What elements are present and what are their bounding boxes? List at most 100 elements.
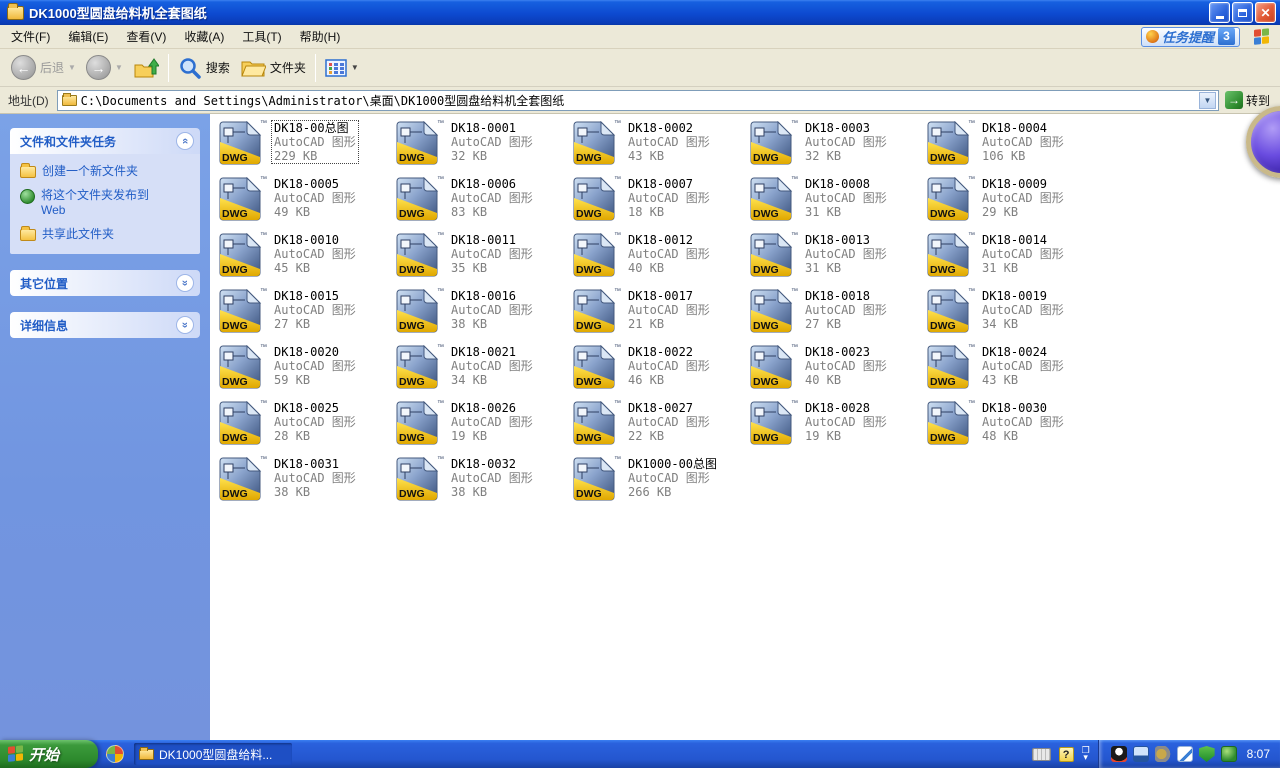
help-icon[interactable]: ? bbox=[1058, 746, 1074, 762]
file-size: 31 KB bbox=[805, 261, 842, 275]
svg-text:DWG: DWG bbox=[576, 488, 602, 500]
dwg-file-icon: DWG ™ bbox=[925, 400, 975, 451]
file-tile[interactable]: DWG ™ DK18-0002 AutoCAD 图形 43 KB bbox=[569, 118, 746, 174]
file-name: DK18-0021 bbox=[451, 345, 517, 359]
chevron-down-icon[interactable]: « bbox=[176, 316, 194, 334]
up-button[interactable] bbox=[128, 51, 164, 85]
minimize-button[interactable] bbox=[1209, 2, 1230, 23]
menu-item[interactable]: 编辑(E) bbox=[59, 25, 117, 48]
file-name: DK18-0014 bbox=[982, 233, 1048, 247]
file-type: AutoCAD 图形 bbox=[628, 191, 710, 205]
task-link[interactable]: 创建一个新文件夹 bbox=[20, 163, 192, 179]
file-tile[interactable]: DWG ™ DK1000-00总图 AutoCAD 图形 266 KB bbox=[569, 454, 746, 510]
dwg-file-icon: DWG ™ bbox=[748, 120, 798, 171]
svg-text:DWG: DWG bbox=[753, 264, 779, 276]
file-tile[interactable]: DWG ™ DK18-0003 AutoCAD 图形 32 KB bbox=[746, 118, 923, 174]
file-tile[interactable]: DWG ™ DK18-0022 AutoCAD 图形 46 KB bbox=[569, 342, 746, 398]
close-button[interactable]: ✕ bbox=[1255, 2, 1276, 23]
menu-item[interactable]: 查看(V) bbox=[117, 25, 175, 48]
start-button[interactable]: 开始 bbox=[0, 740, 98, 768]
security-shield-icon[interactable] bbox=[1198, 746, 1215, 762]
qq-messenger-icon[interactable] bbox=[1110, 746, 1127, 762]
chevron-up-icon[interactable]: « bbox=[176, 132, 194, 150]
file-tile[interactable]: DWG ™ DK18-0010 AutoCAD 图形 45 KB bbox=[215, 230, 392, 286]
trademark-glyph: ™ bbox=[260, 288, 267, 295]
file-tile[interactable]: DWG ™ DK18-0020 AutoCAD 图形 59 KB bbox=[215, 342, 392, 398]
file-tile[interactable]: DWG ™ DK18-0023 AutoCAD 图形 40 KB bbox=[746, 342, 923, 398]
file-size: 35 KB bbox=[451, 261, 488, 275]
file-tile[interactable]: DWG ™ DK18-0028 AutoCAD 图形 19 KB bbox=[746, 398, 923, 454]
file-tile[interactable]: DWG ™ DK18-0009 AutoCAD 图形 29 KB bbox=[923, 174, 1100, 230]
file-tile[interactable]: DWG ™ DK18-0008 AutoCAD 图形 31 KB bbox=[746, 174, 923, 230]
task-link[interactable]: 将这个文件夹发布到 Web bbox=[20, 188, 192, 218]
dwg-file-icon: DWG ™ bbox=[394, 400, 444, 451]
file-tile[interactable]: DWG ™ DK18-0026 AutoCAD 图形 19 KB bbox=[392, 398, 569, 454]
network-status-icon[interactable] bbox=[1132, 746, 1149, 762]
trademark-glyph: ™ bbox=[791, 344, 798, 351]
file-tile[interactable]: DWG ™ DK18-0015 AutoCAD 图形 27 KB bbox=[215, 286, 392, 342]
file-tile[interactable]: DWG ™ DK18-0013 AutoCAD 图形 31 KB bbox=[746, 230, 923, 286]
task-link[interactable]: 共享此文件夹 bbox=[20, 226, 192, 242]
folders-button[interactable]: 文件夹 bbox=[235, 51, 311, 85]
svg-text:DWG: DWG bbox=[399, 320, 425, 332]
dwg-file-icon: DWG ™ bbox=[925, 176, 975, 227]
file-tile[interactable]: DWG ™ DK18-0032 AutoCAD 图形 38 KB bbox=[392, 454, 569, 510]
panel-header-other-places[interactable]: 其它位置 « bbox=[10, 270, 200, 296]
file-tile[interactable]: DWG ™ DK18-0006 AutoCAD 图形 83 KB bbox=[392, 174, 569, 230]
taskbar-window-button[interactable]: DK1000型圆盘给料... bbox=[134, 743, 292, 765]
file-tile[interactable]: DWG ™ DK18-00总图 AutoCAD 图形 229 KB bbox=[215, 118, 392, 174]
file-tile[interactable]: DWG ™ DK18-0030 AutoCAD 图形 48 KB bbox=[923, 398, 1100, 454]
svg-text:DWG: DWG bbox=[222, 320, 248, 332]
menu-item[interactable]: 收藏(A) bbox=[175, 25, 233, 48]
file-tile[interactable]: DWG ™ DK18-0004 AutoCAD 图形 106 KB bbox=[923, 118, 1100, 174]
menu-item[interactable]: 帮助(H) bbox=[291, 25, 350, 48]
file-tile[interactable]: DWG ™ DK18-0031 AutoCAD 图形 38 KB bbox=[215, 454, 392, 510]
dwg-file-icon: DWG ™ bbox=[217, 176, 267, 227]
volume-icon[interactable] bbox=[1154, 746, 1171, 762]
collapse-tray-icon[interactable]: ❐ ▾ bbox=[1082, 746, 1090, 762]
file-tile[interactable]: DWG ™ DK18-0007 AutoCAD 图形 18 KB bbox=[569, 174, 746, 230]
file-tile[interactable]: DWG ™ DK18-0018 AutoCAD 图形 27 KB bbox=[746, 286, 923, 342]
keyboard-input-icon[interactable] bbox=[1031, 747, 1051, 761]
back-button[interactable]: ← 后退 ▼ bbox=[6, 51, 81, 85]
task-reminder-widget[interactable]: 任务提醒 3 bbox=[1140, 26, 1240, 47]
file-tile[interactable]: DWG ™ DK18-0016 AutoCAD 图形 38 KB bbox=[392, 286, 569, 342]
menu-item[interactable]: 工具(T) bbox=[233, 25, 290, 48]
address-input[interactable]: C:\Documents and Settings\Administrator\… bbox=[56, 89, 1219, 111]
file-tile[interactable]: DWG ™ DK18-0011 AutoCAD 图形 35 KB bbox=[392, 230, 569, 286]
chevron-down-icon[interactable]: « bbox=[176, 274, 194, 292]
file-size: 48 KB bbox=[982, 429, 1019, 443]
file-tile[interactable]: DWG ™ DK18-0012 AutoCAD 图形 40 KB bbox=[569, 230, 746, 286]
file-name: DK18-0005 bbox=[274, 177, 340, 191]
file-tile[interactable]: DWG ™ DK18-0019 AutoCAD 图形 34 KB bbox=[923, 286, 1100, 342]
file-size: 38 KB bbox=[451, 485, 488, 499]
go-button[interactable]: → 转到 bbox=[1224, 91, 1270, 109]
panel-header-file-folder-tasks[interactable]: 文件和文件夹任务 « bbox=[10, 128, 200, 154]
restore-button[interactable] bbox=[1232, 2, 1253, 23]
file-tile[interactable]: DWG ™ DK18-0014 AutoCAD 图形 31 KB bbox=[923, 230, 1100, 286]
views-button[interactable]: ▼ bbox=[320, 51, 364, 85]
svg-text:DWG: DWG bbox=[753, 152, 779, 164]
file-tile[interactable]: DWG ™ DK18-0021 AutoCAD 图形 34 KB bbox=[392, 342, 569, 398]
file-tile[interactable]: DWG ™ DK18-0005 AutoCAD 图形 49 KB bbox=[215, 174, 392, 230]
file-tile[interactable]: DWG ™ DK18-0017 AutoCAD 图形 21 KB bbox=[569, 286, 746, 342]
antivirus-icon[interactable] bbox=[1220, 746, 1237, 762]
panel-header-details[interactable]: 详细信息 « bbox=[10, 312, 200, 338]
file-tile[interactable]: DWG ™ DK18-0027 AutoCAD 图形 22 KB bbox=[569, 398, 746, 454]
file-type: AutoCAD 图形 bbox=[628, 135, 710, 149]
file-type: AutoCAD 图形 bbox=[274, 415, 356, 429]
file-tile[interactable]: DWG ™ DK18-0025 AutoCAD 图形 28 KB bbox=[215, 398, 392, 454]
file-name: DK18-0002 bbox=[628, 121, 694, 135]
menu-bar: 文件(F) 编辑(E) 查看(V) 收藏(A) 工具(T) 帮助(H) 任务提醒 3 bbox=[0, 25, 1280, 49]
search-button[interactable]: 搜索 bbox=[173, 51, 235, 85]
svg-text:DWG: DWG bbox=[222, 152, 248, 164]
file-tile[interactable]: DWG ™ DK18-0001 AutoCAD 图形 32 KB bbox=[392, 118, 569, 174]
taskbar-clock[interactable]: 8:07 bbox=[1247, 747, 1270, 761]
download-manager-icon[interactable] bbox=[1176, 746, 1193, 762]
address-dropdown-button[interactable]: ▼ bbox=[1198, 91, 1216, 109]
menu-item[interactable]: 文件(F) bbox=[2, 25, 59, 48]
quick-launch-app-icon[interactable] bbox=[106, 745, 124, 763]
dwg-file-icon: DWG ™ bbox=[748, 400, 798, 451]
forward-button[interactable]: → ▼ bbox=[81, 51, 128, 85]
file-tile[interactable]: DWG ™ DK18-0024 AutoCAD 图形 43 KB bbox=[923, 342, 1100, 398]
